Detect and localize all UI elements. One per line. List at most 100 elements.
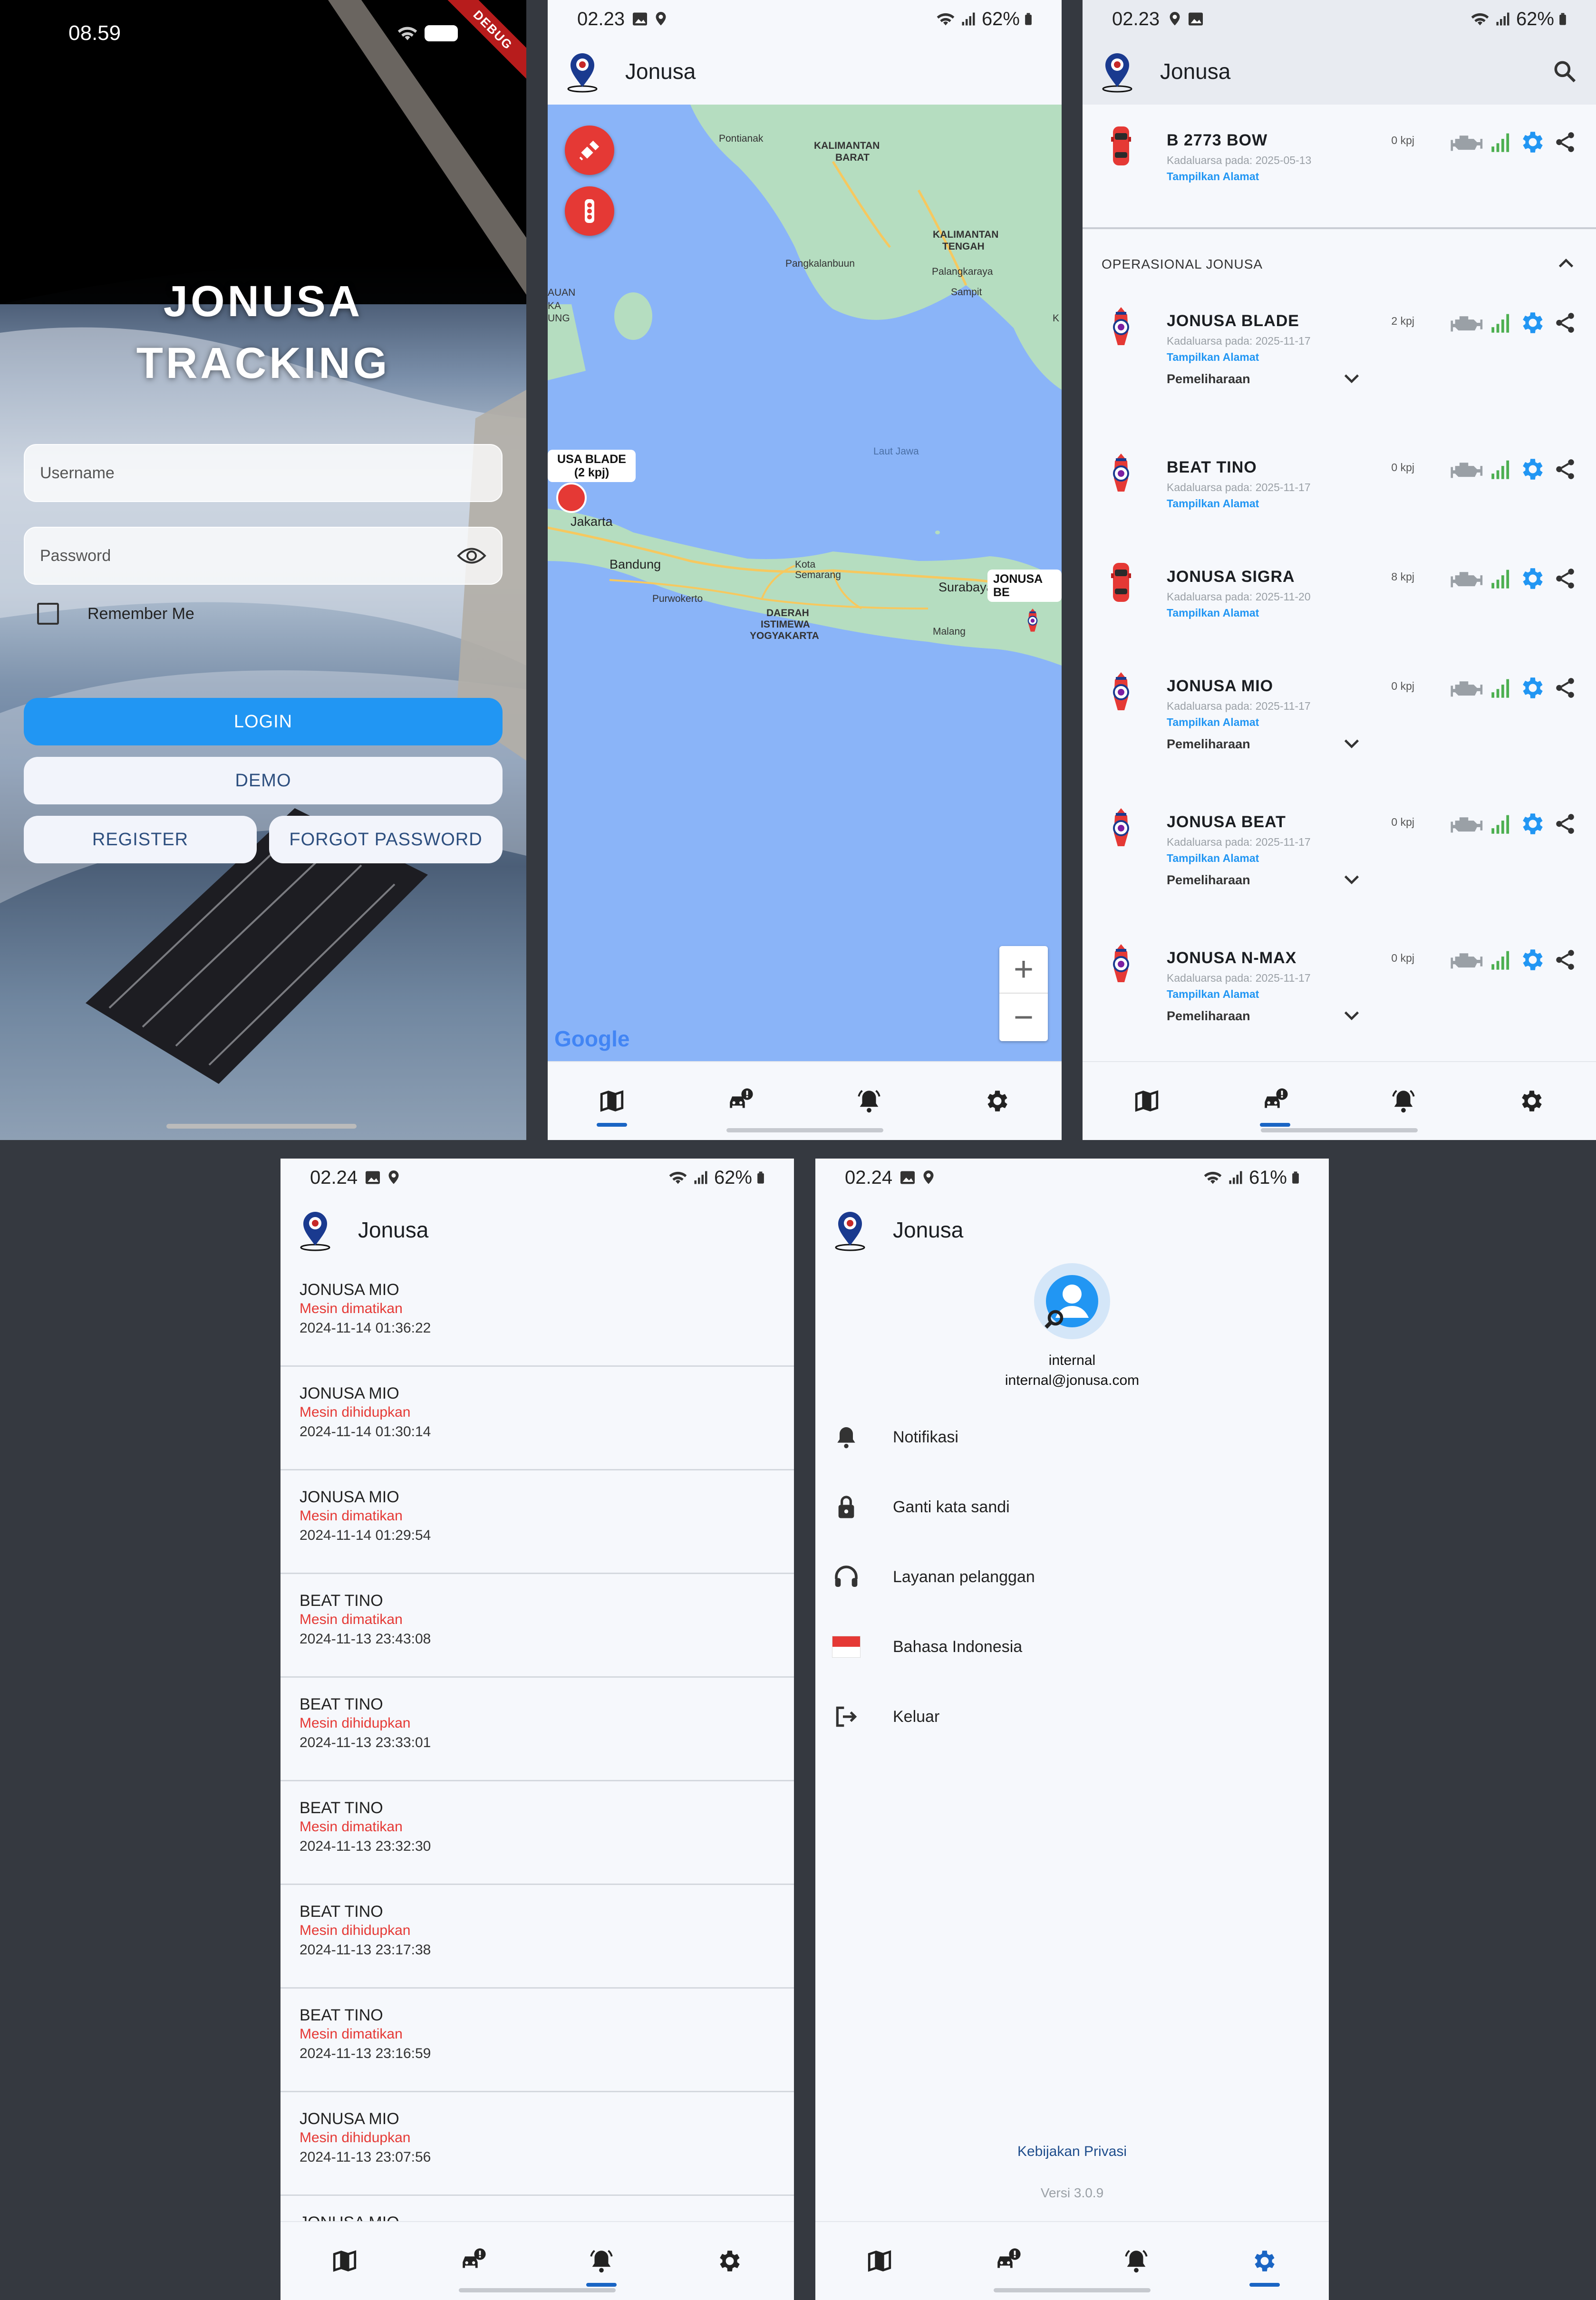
maintenance-toggle[interactable]: Pemeliharaan <box>1167 372 1250 387</box>
vehicle-marker-label-blade[interactable]: USA BLADE (2 kpj) <box>548 450 636 482</box>
search-icon[interactable] <box>1551 58 1578 85</box>
bottom-navigation <box>548 1061 1062 1140</box>
share-icon[interactable] <box>1553 457 1577 481</box>
notification-item[interactable]: BEAT TINO Mesin dimatikan 2024-11-13 23:32… <box>281 1781 794 1885</box>
vehicle-settings-icon[interactable] <box>1519 128 1547 156</box>
vehicle-settings-icon[interactable] <box>1519 674 1547 702</box>
vehicle-card[interactable]: JONUSA BLADE Kadaluarsa pada: 2025-11-17 T… <box>1083 285 1596 404</box>
remember-checkbox[interactable] <box>37 603 59 625</box>
nav-map[interactable] <box>815 2222 944 2300</box>
bottom-navigation <box>1083 1061 1596 1140</box>
share-icon[interactable] <box>1553 812 1577 836</box>
notification-item[interactable]: JONUSA MIO Mesin dimatikan 2024-11-14 01:3… <box>281 1263 794 1367</box>
nav-settings[interactable] <box>933 1062 1062 1140</box>
gear-icon <box>1251 2247 1278 2275</box>
notification-item[interactable]: JONUSA MIO Mesin dimatikan 2024-11-14 01:2… <box>281 1470 794 1574</box>
vehicle-settings-icon[interactable] <box>1519 810 1547 838</box>
notification-status: Mesin dimatikan <box>300 1508 403 1524</box>
notification-item[interactable]: BEAT TINO Mesin dihidupkan 2024-11-13 23:1… <box>281 1885 794 1989</box>
notification-vehicle: JONUSA MIO <box>300 1488 399 1506</box>
vehicle-card[interactable]: JONUSA SIGRA Kadaluarsa pada: 2025-11-20 T… <box>1083 541 1596 660</box>
vehicle-card[interactable]: BEAT TINO Kadaluarsa pada: 2025-11-17 Tamp… <box>1083 432 1596 551</box>
chevron-down-icon[interactable] <box>1341 868 1363 890</box>
chevron-down-icon[interactable] <box>1341 1004 1363 1026</box>
nav-map[interactable] <box>1083 1062 1211 1140</box>
menu-change-password[interactable]: Ganti kata sandi <box>832 1483 1307 1531</box>
show-address-link[interactable]: Tampilkan Alamat <box>1167 852 1259 865</box>
vehicle-settings-icon[interactable] <box>1519 309 1547 337</box>
show-address-link[interactable]: Tampilkan Alamat <box>1167 607 1259 619</box>
show-address-link[interactable]: Tampilkan Alamat <box>1167 170 1259 183</box>
share-icon[interactable] <box>1553 948 1577 972</box>
profile-avatar[interactable] <box>1034 1263 1110 1339</box>
show-address-link[interactable]: Tampilkan Alamat <box>1167 716 1259 729</box>
password-field[interactable]: Password <box>24 527 503 585</box>
section-header[interactable]: OPERASIONAL JONUSA <box>1102 257 1577 272</box>
chevron-down-icon[interactable] <box>1341 367 1363 389</box>
signal-icon <box>1490 949 1512 971</box>
share-icon[interactable] <box>1553 567 1577 590</box>
notification-item[interactable]: JONUSA MIO Mesin dihidupkan 2024-11-14 01:… <box>281 1367 794 1470</box>
username-field[interactable]: Username <box>24 444 503 502</box>
vehicle-alert-icon <box>1261 1087 1289 1115</box>
map-view[interactable]: Pontianak KALIMANTAN BARAT KALIMANTAN TE… <box>548 105 1062 1061</box>
nav-map[interactable] <box>281 2222 409 2300</box>
vehicle-settings-icon[interactable] <box>1519 455 1547 483</box>
maintenance-toggle[interactable]: Pemeliharaan <box>1167 737 1250 752</box>
notification-item[interactable]: BEAT TINO Mesin dihidupkan 2024-11-13 23:3… <box>281 1678 794 1781</box>
share-icon[interactable] <box>1553 676 1577 700</box>
map-label-diy-2: ISTIMEWA <box>761 619 810 630</box>
gear-icon <box>984 1087 1011 1115</box>
vehicle-card-top[interactable]: B 2773 BOW Kadaluarsa pada: 2025-05-13 T… <box>1083 105 1596 228</box>
status-bar: 02.24 62% <box>281 1159 794 1197</box>
zoom-out-button[interactable]: − <box>999 994 1048 1041</box>
nav-settings[interactable] <box>666 2222 794 2300</box>
nav-settings[interactable] <box>1200 2222 1329 2300</box>
menu-label: Keluar <box>893 1707 940 1726</box>
menu-language[interactable]: Bahasa Indonesia <box>832 1623 1307 1671</box>
show-address-link[interactable]: Tampilkan Alamat <box>1167 988 1259 1001</box>
vehicle-settings-icon[interactable] <box>1519 946 1547 974</box>
map-label-pangkalanbuun: Pangkalanbuun <box>785 258 855 269</box>
zoom-in-button[interactable]: + <box>999 946 1048 994</box>
privacy-policy-link[interactable]: Kebijakan Privasi <box>815 2144 1329 2160</box>
login-button[interactable]: LOGIN <box>24 698 503 745</box>
map-label-edge-right: K <box>1053 313 1060 324</box>
notification-item[interactable]: BEAT TINO Mesin dimatikan 2024-11-13 23:16… <box>281 1989 794 2092</box>
eye-icon[interactable] <box>457 545 486 567</box>
remember-me-row[interactable]: Remember Me <box>37 603 194 625</box>
show-address-link[interactable]: Tampilkan Alamat <box>1167 497 1259 510</box>
notification-item[interactable]: BEAT TINO Mesin dimatikan 2024-11-13 23:43… <box>281 1574 794 1678</box>
vehicle-settings-icon[interactable] <box>1519 565 1547 592</box>
vehicle-marker-blade[interactable] <box>556 483 587 513</box>
register-button[interactable]: REGISTER <box>24 816 257 863</box>
notification-item[interactable]: JONUSA MIO <box>281 2196 794 2221</box>
vehicle-marker-east[interactable] <box>1023 599 1042 642</box>
share-icon[interactable] <box>1553 311 1577 335</box>
menu-customer-service[interactable]: Layanan pelanggan <box>832 1553 1307 1601</box>
menu-logout[interactable]: Keluar <box>832 1693 1307 1740</box>
traffic-toggle-button[interactable] <box>565 126 614 175</box>
engine-icon <box>1451 677 1484 699</box>
menu-notifications[interactable]: Notifikasi <box>832 1413 1307 1461</box>
home-indicator <box>1261 1128 1418 1132</box>
battery-percent: 61% <box>1248 1167 1287 1188</box>
show-address-link[interactable]: Tampilkan Alamat <box>1167 351 1259 364</box>
chevron-up-icon[interactable] <box>1555 253 1577 275</box>
settings-screen: 02.24 61% Jonusa internal internal@jonus… <box>815 1159 1329 2300</box>
traffic-light-button[interactable] <box>565 186 614 236</box>
nav-settings[interactable] <box>1468 1062 1596 1140</box>
share-icon[interactable] <box>1553 130 1577 154</box>
nav-map[interactable] <box>548 1062 676 1140</box>
vehicle-card[interactable]: JONUSA MIO Kadaluarsa pada: 2025-11-17 Tam… <box>1083 650 1596 769</box>
forgot-password-button[interactable]: FORGOT PASSWORD <box>269 816 503 863</box>
vehicle-card[interactable]: JONUSA BEAT Kadaluarsa pada: 2025-11-17 Ta… <box>1083 786 1596 905</box>
maintenance-toggle[interactable]: Pemeliharaan <box>1167 873 1250 888</box>
notification-item[interactable]: JONUSA MIO Mesin dihidupkan 2024-11-13 23:… <box>281 2092 794 2196</box>
notification-status: Mesin dimatikan <box>300 2026 403 2042</box>
demo-button[interactable]: DEMO <box>24 757 503 804</box>
chevron-down-icon[interactable] <box>1341 732 1363 754</box>
maintenance-toggle[interactable]: Pemeliharaan <box>1167 1009 1250 1024</box>
vehicle-marker-label-east[interactable]: JONUSA BE <box>987 570 1062 602</box>
vehicle-card[interactable]: JONUSA N-MAX Kadaluarsa pada: 2025-11-17 T… <box>1083 922 1596 1041</box>
